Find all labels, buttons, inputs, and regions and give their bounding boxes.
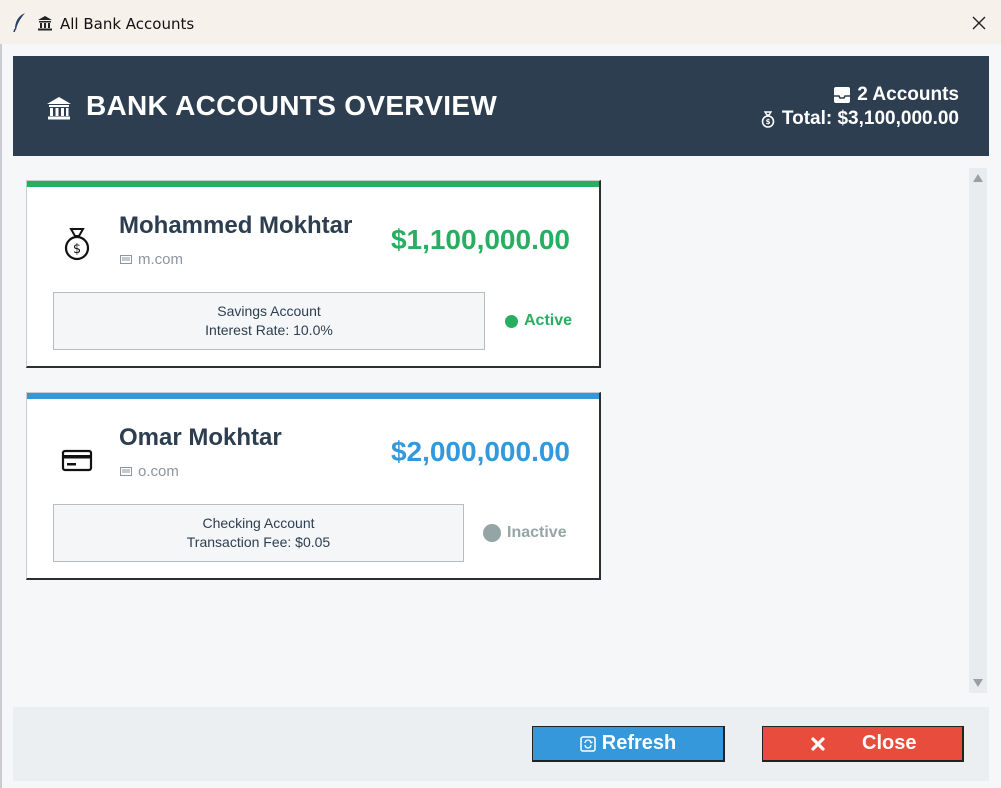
total-balance: $ Total: $3,100,000.00 [760, 108, 959, 130]
svg-text:$: $ [765, 118, 770, 126]
account-type: Checking Account [202, 515, 315, 531]
total-balance-label: Total: $3,100,000.00 [781, 108, 959, 129]
vertical-scrollbar[interactable] [969, 168, 987, 693]
account-detail: Interest Rate: 10.0% [205, 322, 333, 338]
account-email: o.com [120, 463, 179, 480]
status-dot-icon [483, 524, 501, 542]
account-email-label: o.com [138, 463, 179, 480]
refresh-icon [580, 735, 596, 752]
account-email-label: m.com [138, 251, 183, 268]
footer-bar: Refresh Close [13, 707, 989, 781]
status-label: Active [524, 312, 573, 329]
scroll-down-arrow-icon[interactable] [973, 679, 983, 687]
svg-text:$: $ [73, 242, 81, 257]
account-card: $ Mohammed Mokhtar m.com $1,100,000.00 S… [26, 180, 601, 368]
status-dot-icon [505, 314, 518, 328]
account-card: Omar Mokhtar o.com $2,000,000.00 Checkin… [26, 392, 601, 580]
close-button-label: Close [862, 732, 917, 754]
status-badge: Active [505, 312, 572, 330]
account-details-box: Checking Account Transaction Fee: $0.05 [53, 504, 464, 562]
email-icon [120, 467, 132, 476]
card-accent-bar [27, 393, 599, 399]
account-balance: $2,000,000.00 [390, 436, 570, 467]
bank-icon [38, 16, 52, 31]
window-close-button[interactable] [962, 8, 996, 38]
account-holder-name: Mohammed Mokhtar [119, 212, 353, 239]
status-badge: Inactive [483, 524, 567, 542]
credit-card-icon [61, 449, 93, 472]
status-label: Inactive [507, 524, 567, 541]
scroll-up-arrow-icon[interactable] [973, 174, 983, 182]
overview-header: BANK ACCOUNTS OVERVIEW 2 Accounts $ Tota… [13, 56, 989, 156]
money-bag-icon: $ [64, 228, 90, 261]
account-detail: Transaction Fee: $0.05 [186, 534, 331, 550]
account-balance: $1,100,000.00 [390, 224, 570, 255]
feather-icon [13, 13, 25, 32]
inbox-icon [834, 87, 851, 103]
account-email: m.com [120, 251, 183, 268]
window-title: All Bank Accounts [60, 15, 195, 33]
page-title: BANK ACCOUNTS OVERVIEW [86, 90, 498, 121]
accounts-count: 2 Accounts [833, 84, 959, 106]
email-icon [120, 255, 132, 264]
close-icon [972, 16, 986, 30]
close-button[interactable]: Close [762, 726, 964, 762]
accounts-count-label: 2 Accounts [857, 84, 959, 105]
window-titlebar: All Bank Accounts [0, 0, 1001, 44]
bank-icon [47, 97, 71, 120]
window-edge [0, 44, 2, 788]
money-bag-icon: $ [761, 111, 775, 128]
refresh-button-label: Refresh [601, 732, 677, 754]
refresh-button[interactable]: Refresh [532, 726, 725, 762]
account-holder-name: Omar Mokhtar [119, 424, 282, 451]
close-x-icon [811, 737, 825, 751]
account-type: Savings Account [217, 303, 321, 319]
account-details-box: Savings Account Interest Rate: 10.0% [53, 292, 485, 350]
card-accent-bar [27, 181, 599, 187]
